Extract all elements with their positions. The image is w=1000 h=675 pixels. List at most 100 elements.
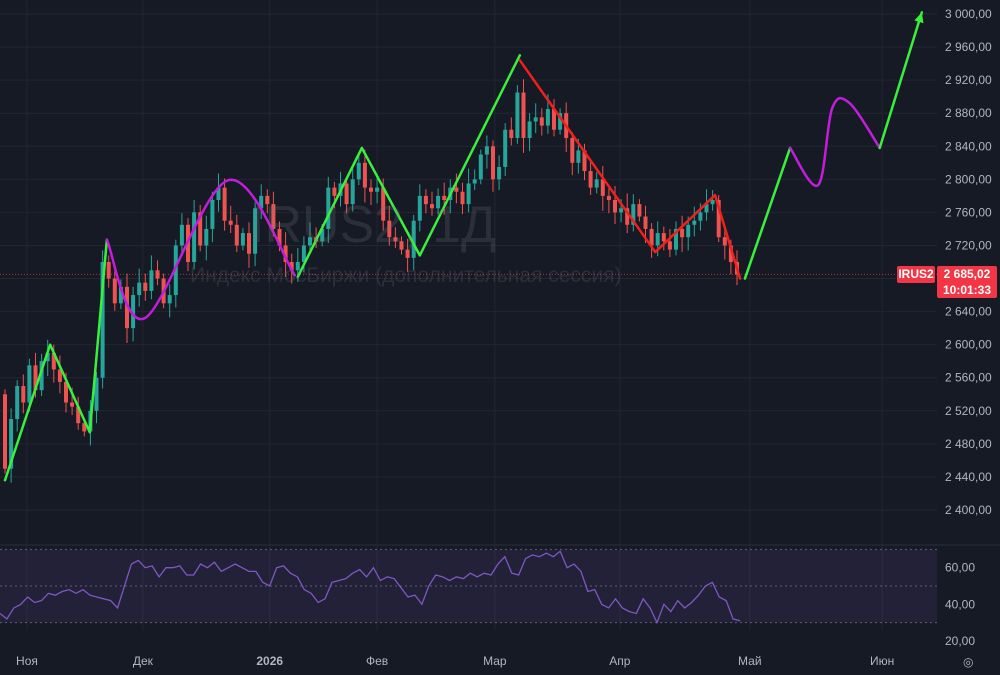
time-tick-label: Июн	[870, 654, 894, 668]
price-tick-label: 2 520,00	[945, 404, 992, 418]
candle	[222, 178, 227, 231]
candle	[155, 260, 160, 286]
candle	[497, 155, 502, 191]
last-price: 2 685,02	[943, 267, 991, 281]
candle-body	[686, 224, 691, 238]
candle-body	[112, 278, 117, 304]
candle	[533, 103, 538, 134]
rsi-tick-label: 20,00	[945, 634, 975, 648]
forecast-green	[743, 146, 792, 280]
settings-icon[interactable]: ◎	[963, 655, 973, 669]
candle-body	[643, 216, 648, 229]
candle	[137, 268, 142, 307]
candle	[173, 239, 178, 308]
price-tick-label: 2 600,00	[945, 338, 992, 352]
candle-body	[369, 187, 373, 192]
candle	[515, 85, 520, 144]
price-chart[interactable]: 3 000,00 2 960,00 2 920,00 2 880,00 2 840,00…	[0, 0, 1000, 675]
candle-body	[228, 220, 233, 225]
candle	[503, 123, 508, 177]
bar-countdown: 10:01:33	[942, 283, 992, 297]
time-tick-label: Дек	[133, 654, 154, 668]
candle	[527, 113, 532, 152]
price-tick-label: 2 560,00	[945, 371, 992, 385]
candle	[631, 194, 636, 232]
candle	[692, 206, 697, 237]
price-tick-label: 2 920,00	[945, 73, 992, 87]
candle	[594, 171, 599, 194]
candle-body	[588, 171, 593, 188]
candle-body	[375, 187, 380, 192]
candle	[606, 187, 611, 214]
candle-body	[155, 270, 160, 279]
candle	[228, 205, 233, 234]
rsi-tick-label: 60,00	[945, 561, 975, 575]
candle-body	[222, 187, 227, 221]
price-tick-label: 2 400,00	[945, 503, 992, 517]
candle-body	[362, 162, 367, 188]
candle-body	[179, 224, 184, 246]
candle-body	[619, 208, 624, 213]
candle	[472, 169, 477, 191]
candle-body	[521, 92, 526, 138]
candle	[149, 255, 154, 300]
candle	[240, 228, 245, 251]
candle-body	[613, 200, 617, 213]
candle-body	[143, 282, 148, 291]
candle	[667, 228, 672, 258]
watermark-subtitle: Индекс МосБиржи (дополнительная сессия)	[190, 264, 622, 287]
candle-body	[27, 365, 32, 403]
candle-body	[240, 233, 245, 246]
rsi-tick-label: 40,00	[945, 597, 975, 611]
candle	[3, 389, 7, 474]
candle-body	[454, 187, 459, 192]
candle	[674, 221, 678, 256]
candle	[539, 108, 544, 136]
candle	[484, 135, 489, 169]
time-tick-label: 2026	[256, 654, 283, 668]
candle-body	[667, 241, 672, 250]
candle	[356, 155, 361, 186]
candle-body	[204, 228, 209, 246]
candle-body	[545, 109, 550, 126]
candle	[9, 408, 14, 483]
candle-body	[149, 270, 154, 291]
price-tick-label: 2 440,00	[945, 470, 992, 484]
price-tick-label: 3 000,00	[945, 7, 992, 21]
candle-body	[503, 129, 508, 167]
candle-body	[497, 166, 502, 180]
candle-body	[70, 402, 75, 407]
price-tick-label: 2 840,00	[945, 139, 992, 153]
candle-body	[692, 220, 697, 225]
candle-body	[576, 150, 581, 163]
symbol-badge: IRUS2	[897, 266, 935, 283]
candle	[649, 223, 654, 258]
candle	[600, 166, 605, 211]
candle	[167, 284, 172, 318]
candle-body	[606, 195, 611, 200]
candle	[106, 255, 111, 288]
candle	[478, 149, 483, 185]
candle	[15, 380, 20, 432]
candle-body	[527, 121, 532, 138]
candle-body	[722, 237, 727, 246]
candle-body	[539, 117, 544, 126]
candle-body	[478, 154, 483, 180]
candle-body	[661, 233, 666, 242]
candle-body	[509, 129, 514, 138]
candle-body	[515, 92, 520, 138]
candle	[143, 273, 148, 301]
candle-body	[106, 262, 111, 279]
candle	[192, 200, 197, 270]
candle	[509, 117, 514, 146]
candle-body	[680, 228, 685, 238]
candle-body	[710, 200, 715, 205]
watermark-title: IRUS2, 1Д	[250, 196, 497, 254]
candle-body	[21, 386, 26, 403]
price-tick-label: 2 760,00	[945, 205, 992, 219]
candle-body	[210, 200, 215, 229]
candle-body	[570, 138, 575, 163]
price-tick-label: 2 960,00	[945, 40, 992, 54]
last-price-badge: 2 685,02 10:01:33	[937, 266, 997, 298]
candle-body	[698, 212, 703, 221]
